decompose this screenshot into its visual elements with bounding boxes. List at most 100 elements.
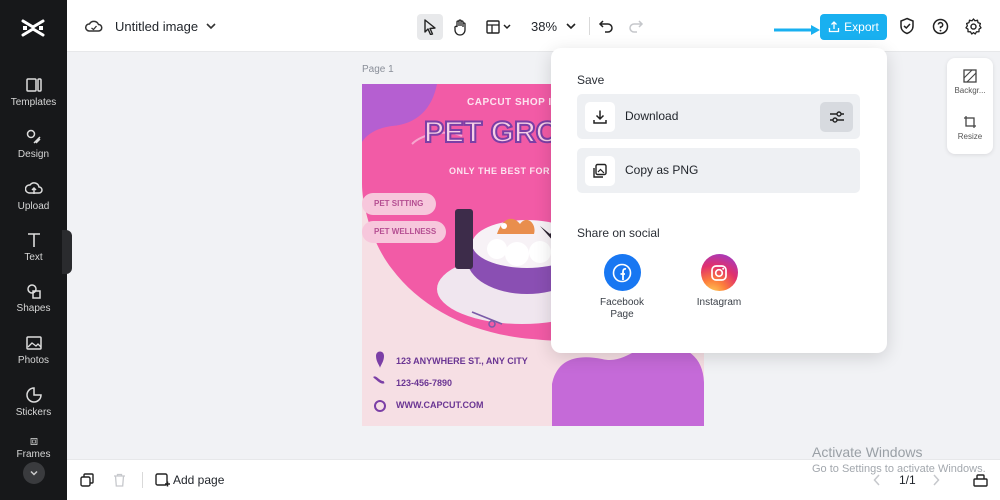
settings-button[interactable] xyxy=(964,17,982,35)
instagram-icon xyxy=(700,254,738,291)
sidebar-item-stickers[interactable]: Stickers xyxy=(0,383,67,429)
shapes-icon xyxy=(26,284,41,299)
sidebar-item-design[interactable]: Design xyxy=(0,125,67,171)
cursor-icon xyxy=(424,19,436,35)
sliders-icon xyxy=(829,111,844,123)
background-tool-button[interactable]: Backgr... xyxy=(947,69,993,95)
cloud-save-icon[interactable] xyxy=(84,17,104,35)
right-tool-panel: Backgr... Resize xyxy=(947,58,993,154)
chevron-down-icon xyxy=(30,470,38,476)
sidebar-item-label: Shapes xyxy=(16,303,51,314)
facebook-label: Facebook Page xyxy=(600,297,644,320)
poster-tag-wellness: PET WELLNESS xyxy=(374,227,437,236)
download-settings-button[interactable] xyxy=(820,102,853,132)
sidebar-item-frames[interactable]: Frames xyxy=(0,434,67,460)
download-icon xyxy=(585,102,615,132)
sidebar-item-upload[interactable]: Upload xyxy=(0,177,67,223)
download-option[interactable]: Download xyxy=(577,94,860,139)
share-heading: Share on social xyxy=(577,226,660,240)
duplicate-icon xyxy=(80,473,94,487)
export-button[interactable]: Export xyxy=(820,14,887,40)
page-label: Page 1 xyxy=(362,64,394,75)
export-label: Export xyxy=(844,20,879,34)
help-icon xyxy=(932,18,948,34)
sidebar-collapse-handle[interactable] xyxy=(62,230,72,274)
layout-menu-button[interactable] xyxy=(483,16,515,38)
activate-windows-title: Activate Windows xyxy=(812,444,923,460)
shield-icon xyxy=(900,17,914,35)
add-page-icon[interactable] xyxy=(154,472,170,488)
poster-address: 123 ANYWHERE ST., ANY CITY xyxy=(396,356,528,366)
facebook-icon xyxy=(603,254,641,291)
help-button[interactable] xyxy=(931,17,949,35)
arrow-pointer-icon xyxy=(774,25,820,35)
redo-button[interactable] xyxy=(627,17,645,35)
sidebar-item-templates[interactable]: Templates xyxy=(0,73,67,119)
sidebar-item-label: Text xyxy=(24,252,43,263)
templates-icon xyxy=(25,78,42,92)
title-menu-chevron-icon[interactable] xyxy=(204,19,218,33)
duplicate-page-button[interactable] xyxy=(79,472,95,488)
copy-as-png-option[interactable]: Copy as PNG xyxy=(577,148,860,193)
poster-tag-sitting: PET SITTING xyxy=(374,199,424,208)
undo-button[interactable] xyxy=(597,17,615,35)
zoom-level[interactable]: 38% xyxy=(531,19,557,34)
document-title[interactable]: Untitled image xyxy=(115,19,198,34)
sidebar-item-label: Templates xyxy=(10,97,57,108)
redo-icon xyxy=(629,20,644,33)
next-page-button[interactable] xyxy=(930,473,942,487)
poster-website: WWW.CAPCUT.COM xyxy=(396,400,484,410)
background-tool-label: Backgr... xyxy=(954,86,986,95)
download-label: Download xyxy=(625,109,679,123)
sidebar-item-text[interactable]: Text xyxy=(0,228,67,274)
sidebar-more-button[interactable] xyxy=(23,462,45,484)
prev-page-button[interactable] xyxy=(871,473,883,487)
shield-button[interactable] xyxy=(898,17,916,35)
background-icon xyxy=(963,69,977,83)
trash-icon xyxy=(113,473,125,487)
delete-page-button[interactable] xyxy=(111,472,127,488)
save-heading: Save xyxy=(577,73,605,87)
hand-icon xyxy=(454,19,466,36)
zoom-chevron-icon[interactable] xyxy=(564,19,578,33)
layers-icon xyxy=(972,474,988,487)
hand-tool-button[interactable] xyxy=(450,16,472,38)
chevron-left-icon xyxy=(873,474,880,486)
top-toolbar: Untitled image 38% Export xyxy=(67,0,1000,52)
export-icon xyxy=(829,21,840,33)
add-page-button[interactable]: Add page xyxy=(173,473,224,487)
layout-icon xyxy=(486,20,511,34)
gear-icon xyxy=(964,17,982,35)
page-counter: 1/1 xyxy=(899,473,916,487)
sidebar-item-label: Design xyxy=(17,149,50,160)
sidebar-item-label: Stickers xyxy=(15,407,52,418)
copy-image-icon xyxy=(585,156,615,186)
resize-icon xyxy=(964,116,976,128)
select-tool-button[interactable] xyxy=(417,14,443,40)
undo-icon xyxy=(598,20,613,33)
text-icon xyxy=(27,233,40,247)
sidebar-item-label: Frames xyxy=(16,449,51,460)
sidebar-item-label: Upload xyxy=(17,201,50,212)
sidebar-item-shapes[interactable]: Shapes xyxy=(0,279,67,325)
design-icon xyxy=(26,129,41,144)
activate-windows-subtitle: Go to Settings to activate Windows. xyxy=(812,463,986,475)
poster-tagline: ONLY THE BEST FOR xyxy=(449,166,551,176)
export-dropdown: Save Download Copy as PNG Share on socia… xyxy=(551,48,887,353)
sidebar: Templates Design Upload Text Shapes Phot… xyxy=(0,0,67,500)
poster-brand: CAPCUT SHOP I xyxy=(467,97,552,108)
instagram-label: Instagram xyxy=(696,297,742,308)
toolbar-divider xyxy=(589,17,590,35)
capcut-logo[interactable] xyxy=(20,15,46,41)
sidebar-item-label: Photos xyxy=(17,355,50,366)
sidebar-item-photos[interactable]: Photos xyxy=(0,331,67,377)
upload-icon xyxy=(24,182,43,194)
bottom-divider xyxy=(142,472,143,488)
copy-as-png-label: Copy as PNG xyxy=(625,163,699,177)
stickers-icon xyxy=(25,387,42,403)
share-facebook-button[interactable]: Facebook Page xyxy=(587,254,657,321)
chevron-right-icon xyxy=(933,474,940,486)
share-instagram-button[interactable]: Instagram xyxy=(684,254,754,309)
poster-phone: 123-456-7890 xyxy=(396,378,453,388)
resize-tool-button[interactable]: Resize xyxy=(947,115,993,141)
